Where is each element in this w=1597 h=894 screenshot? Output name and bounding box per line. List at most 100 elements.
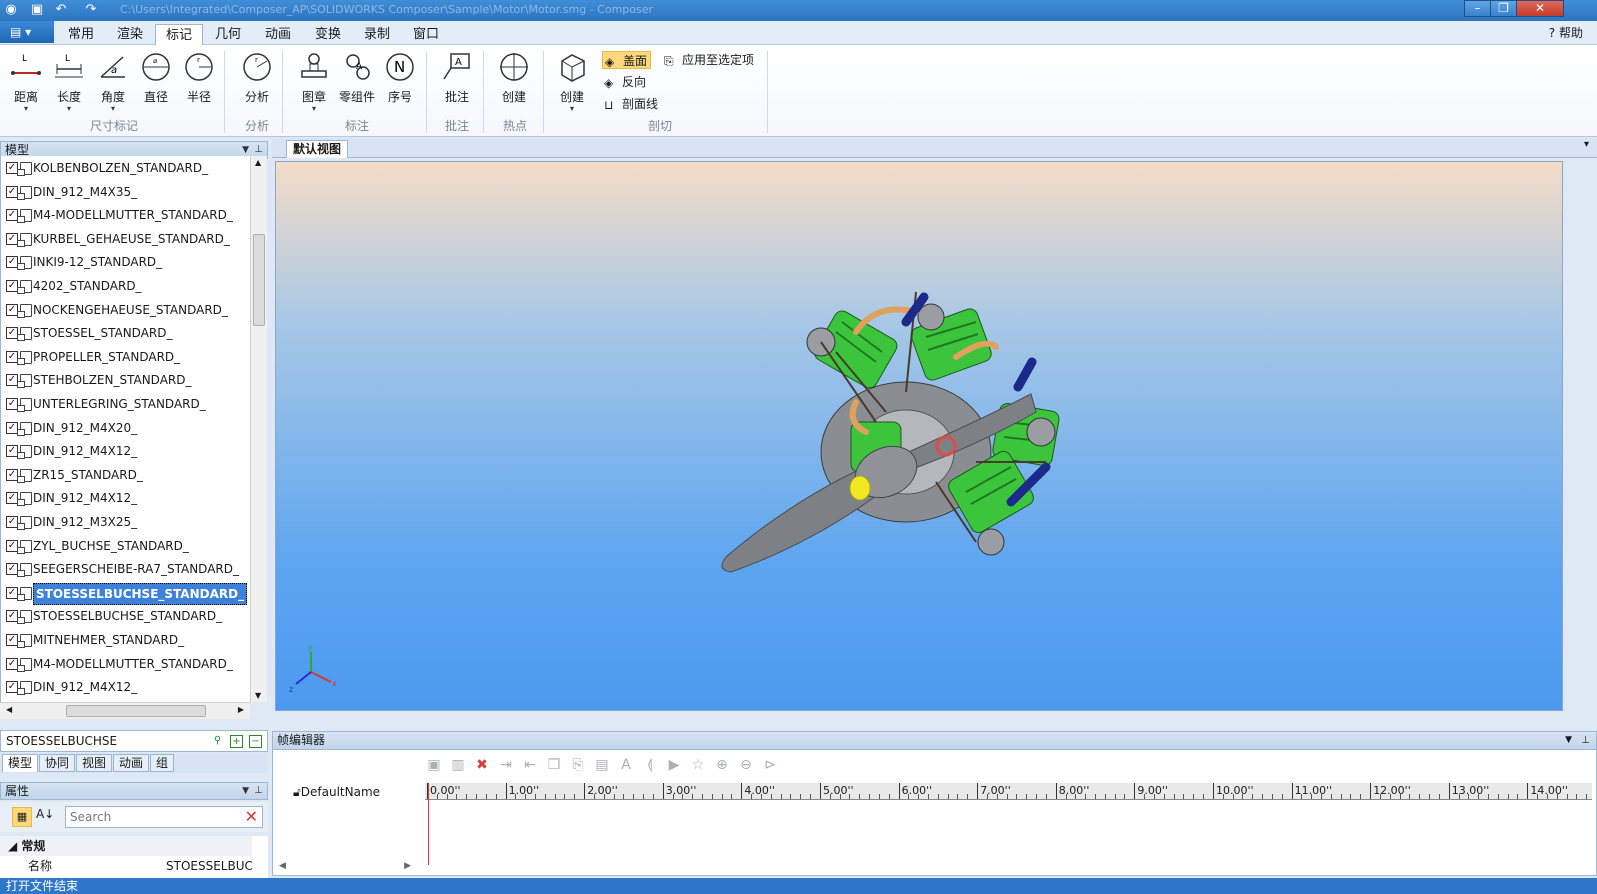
timeline-minor-tick — [554, 794, 556, 799]
timeline-ruler[interactable]: 0.00'' 1.00'' 2.00'' 3.00'' 4.00'' 5.00'' 6.00… — [425, 783, 1592, 800]
ribbon: L 距离 ▾ L 长度 ▾ a 角度 ▾ ⌀ 直径 r 半径 尺寸标记 r 分析… — [0, 45, 1597, 137]
star-icon[interactable]: ☆ — [689, 756, 707, 774]
help-button[interactable]: ? 帮助 — [1549, 24, 1583, 41]
minimize-button[interactable]: – — [1464, 0, 1491, 17]
timeline-minor-tick — [643, 794, 644, 799]
help-label: 帮助 — [1558, 26, 1583, 40]
forward-icon[interactable]: ⊳ — [761, 756, 779, 774]
text-icon[interactable]: A — [617, 756, 635, 774]
timeline-minor-tick — [1438, 794, 1440, 799]
view-menu-icon[interactable]: ▾ — [1584, 139, 1589, 150]
section-line-button[interactable]: ⊔ 剖面线 — [602, 95, 661, 113]
sort-az-icon[interactable]: A↓ — [36, 807, 54, 821]
tree-item-label: DIN_912_M3X25_ — [33, 515, 138, 529]
camera-icon[interactable]: ▤ — [593, 756, 611, 774]
radius-button[interactable]: r 半径 — [180, 51, 218, 105]
section-line-icon: ⊔ — [604, 98, 614, 112]
tab-animation[interactable]: 动画 — [255, 24, 301, 45]
hotspot-create-button[interactable]: 创建 — [495, 51, 533, 105]
export-icon[interactable]: ⇤ — [521, 756, 539, 774]
copy-icon[interactable]: ❐ — [545, 756, 563, 774]
tab-animation-panel[interactable]: 动画 — [113, 754, 150, 772]
engine-model[interactable]: y x z — [276, 162, 1563, 711]
angle-button[interactable]: a 角度 ▾ — [94, 51, 132, 113]
scroll-down-icon[interactable]: ▼ — [255, 691, 261, 700]
cancel-icon[interactable]: ✖ — [473, 756, 491, 774]
cap-button[interactable]: ◈ 盖面 — [602, 51, 652, 69]
scroll-right-icon[interactable]: ▶ — [404, 861, 411, 871]
scroll-up-icon[interactable]: ▲ — [255, 158, 261, 167]
stamp-button[interactable]: 图章 ▾ — [295, 51, 333, 113]
property-search-input[interactable]: Search ✕ — [65, 806, 263, 828]
tab-views[interactable]: 视图 — [76, 754, 113, 772]
category-view-icon[interactable]: ▦ — [12, 807, 32, 827]
paste-icon[interactable]: ⎘ — [569, 756, 587, 774]
tab-record[interactable]: 录制 — [354, 24, 400, 45]
scroll-right-icon[interactable]: ▶ — [238, 705, 244, 714]
tab-default-view[interactable]: 默认视图 — [286, 140, 349, 158]
tab-collab[interactable]: 协同 — [39, 754, 76, 772]
tab-group[interactable]: 组 — [150, 754, 175, 772]
redo-icon[interactable]: ↷ — [82, 2, 100, 18]
zoom-out-icon[interactable]: ⊖ — [737, 756, 755, 774]
apply-selected-button[interactable]: ⎘ 应用至选定项 — [662, 51, 757, 69]
property-row[interactable]: 名称 STOESSELBUC — [0, 856, 252, 876]
tab-render[interactable]: 渲染 — [107, 24, 153, 45]
frame-editor-scrollbar[interactable]: ◀ ▶ — [273, 861, 419, 874]
file-menu-button[interactable]: ▤ ▾ — [0, 21, 54, 43]
distance-button[interactable]: L 距离 ▾ — [7, 51, 45, 113]
length-button[interactable]: L 长度 ▾ — [50, 51, 88, 113]
tab-geometry[interactable]: 几何 — [205, 24, 251, 45]
zoom-in-icon[interactable]: ⊕ — [713, 756, 731, 774]
property-category[interactable]: ◢ 常规 — [0, 836, 252, 856]
callout-button[interactable]: A 批注 — [438, 51, 476, 105]
vertical-scrollbar[interactable]: ▲ ▼ — [250, 156, 267, 702]
dropdown-icon[interactable]: ▼ — [242, 783, 249, 799]
model-search-input[interactable]: STOESSELBUCHSE — [6, 734, 117, 748]
tab-window[interactable]: 窗口 — [403, 24, 449, 45]
window-title: C:\Users\Integrated\Composer_AP\SOLIDWOR… — [120, 3, 654, 16]
collapse-icon[interactable]: − — [249, 735, 262, 748]
pin-icon[interactable]: ⊥ — [254, 783, 263, 799]
play-icon[interactable]: ▶ — [665, 756, 683, 774]
undo-icon[interactable]: ↶ — [52, 2, 70, 18]
delete-icon[interactable]: ▥ — [449, 756, 467, 774]
dropdown-icon[interactable]: ▼ — [1565, 732, 1572, 749]
tab-home[interactable]: 常用 — [58, 24, 104, 45]
save-keyframe-icon[interactable]: ▣ — [425, 756, 443, 774]
close-button[interactable]: ✕ — [1516, 0, 1564, 17]
part-button[interactable]: A 零组件 — [338, 51, 376, 105]
save-icon[interactable]: ▣ — [28, 2, 46, 18]
timeline-minor-tick — [1350, 794, 1352, 799]
playhead[interactable] — [428, 783, 429, 865]
timeline-minor-tick — [1419, 794, 1421, 799]
scrollbar-thumb[interactable] — [253, 234, 265, 326]
tab-transform[interactable]: 变换 — [305, 24, 351, 45]
pin-icon[interactable]: ⊥ — [1581, 732, 1590, 749]
diameter-button[interactable]: ⌀ 直径 — [137, 51, 175, 105]
reverse-button[interactable]: ◈ 反向 — [602, 73, 649, 91]
tab-model[interactable]: 模型 — [2, 754, 39, 772]
horizontal-scrollbar[interactable]: ◀ ▶ — [0, 702, 250, 719]
model-tree[interactable]: ✓ KOLBENBOLZEN_STANDARD_ ✓ DIN_912_M4X35_ ✓ M… — [0, 156, 250, 702]
scroll-left-icon[interactable]: ◀ — [6, 705, 12, 714]
tab-markup[interactable]: 标记 — [155, 24, 204, 45]
search-icon[interactable]: ⚲ — [211, 735, 224, 748]
analysis-button[interactable]: r 分析 — [238, 51, 276, 105]
marker-icon[interactable]: ⟬ — [641, 756, 659, 774]
track-default[interactable]: 🔓︎DefaultName — [293, 785, 380, 800]
restore-button[interactable]: ❐ — [1490, 0, 1517, 17]
scrollbar-thumb[interactable] — [66, 705, 206, 717]
expand-icon[interactable]: + — [230, 735, 243, 748]
clear-icon[interactable]: ✕ — [245, 807, 258, 827]
import-icon[interactable]: ⇥ — [497, 756, 515, 774]
number-button[interactable]: N 序号 — [381, 51, 419, 105]
tree-item-label: DIN_912_M4X12_ — [33, 491, 138, 506]
property-value[interactable]: STOESSELBUC — [166, 856, 252, 876]
ribbon-separator — [543, 51, 544, 133]
part-icon — [17, 280, 32, 294]
cut-create-button[interactable]: 创建 ▾ — [553, 51, 591, 113]
dropdown-arrow-icon: ▾ — [110, 104, 115, 113]
scroll-left-icon[interactable]: ◀ — [279, 861, 286, 871]
3d-viewport[interactable]: y x z — [275, 161, 1563, 711]
